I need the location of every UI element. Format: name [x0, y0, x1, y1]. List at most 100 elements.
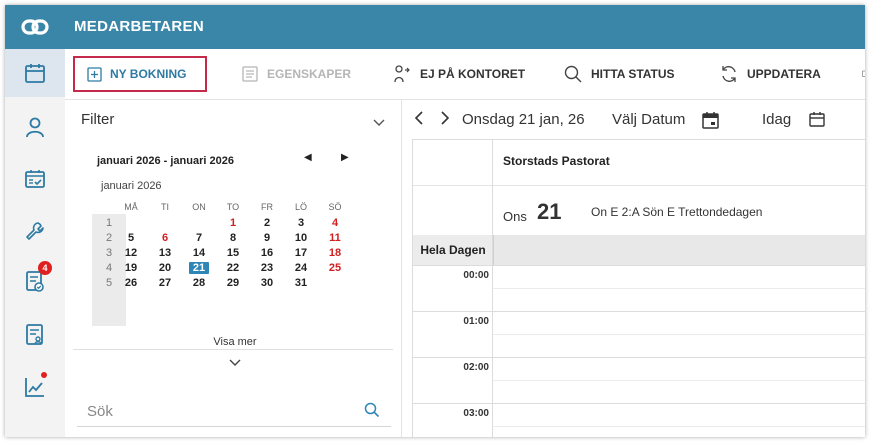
rail-item-tools[interactable] — [5, 207, 65, 255]
out-of-office-button[interactable]: EJ PÅ KONTORET — [392, 58, 525, 90]
time-slot[interactable] — [493, 426, 865, 437]
time-slot[interactable] — [493, 357, 865, 380]
calendar-day[interactable]: 10 — [284, 231, 318, 246]
calendar-icon[interactable] — [702, 111, 719, 134]
calendar-day[interactable]: 7 — [182, 231, 216, 246]
calendar-day[interactable]: 24 — [284, 261, 318, 276]
find-status-button[interactable]: HITTA STATUS — [563, 58, 675, 90]
calendar-day[interactable]: 13 — [148, 246, 182, 261]
calendar-day[interactable]: 28 — [182, 276, 216, 291]
filter-label[interactable]: Filter — [81, 111, 114, 128]
refresh-label: UPPDATERA — [747, 67, 821, 81]
time-slot[interactable] — [493, 380, 865, 403]
rail-item-calendar[interactable] — [5, 49, 65, 97]
weekday-header: TO — [226, 202, 240, 212]
calendar-day[interactable]: 14 — [182, 246, 216, 261]
hour-label-cell: 03:00 — [413, 403, 493, 437]
all-day-slot[interactable] — [493, 235, 865, 265]
line-chart-icon — [25, 378, 44, 397]
chevron-down-icon[interactable] — [229, 354, 241, 372]
next-day-button[interactable] — [440, 110, 450, 131]
time-slot[interactable] — [493, 334, 865, 357]
search-box — [77, 396, 391, 427]
weekday-label: Ons — [503, 209, 527, 224]
calendar-day[interactable]: 19 — [114, 261, 148, 276]
calendar-day[interactable]: 8 — [216, 231, 250, 246]
filter-panel: Filter januari 2026 - januari 2026 ◀ ▶ j… — [65, 100, 402, 437]
calendar-day[interactable]: 29 — [216, 276, 250, 291]
calendar-day[interactable]: 26 — [114, 276, 148, 291]
calendar-day[interactable]: 30 — [250, 276, 284, 291]
week-number: 1 — [105, 217, 113, 229]
app-window: MEDARBETAREN 4 NY BOKNING EGENSKAPER EJ … — [5, 5, 865, 437]
resource-header: Storstads Pastorat — [413, 140, 865, 186]
current-date: Onsdag 21 jan, 26 — [462, 111, 585, 128]
search-icon[interactable] — [364, 402, 380, 423]
person-out-icon — [392, 64, 412, 84]
hour-label: 02:00 — [463, 362, 489, 373]
time-slot[interactable] — [493, 403, 865, 426]
notification-dot — [41, 372, 47, 378]
rail-item-statistics[interactable] — [5, 363, 65, 411]
calendar-day[interactable]: 12 — [114, 246, 148, 261]
calendar-day[interactable]: 1 — [216, 216, 250, 231]
time-slot[interactable] — [493, 265, 865, 288]
new-booking-button[interactable]: NY BOKNING — [73, 56, 207, 92]
hour-row: 02:00 — [413, 357, 865, 403]
rail-item-schedule[interactable] — [5, 155, 65, 203]
new-booking-label: NY BOKNING — [110, 67, 187, 81]
calendar-range: januari 2026 - januari 2026 — [97, 155, 234, 167]
calendar-day[interactable]: 31 — [284, 276, 318, 291]
calendar-day[interactable]: 23 — [250, 261, 284, 276]
calendar-day[interactable]: 11 — [318, 231, 352, 246]
chevron-down-icon[interactable] — [373, 114, 385, 132]
person-icon — [26, 117, 44, 138]
calendar-day[interactable]: 15 — [216, 246, 250, 261]
pick-date-button[interactable]: Välj Datum — [612, 111, 685, 128]
calendar-day[interactable]: 22 — [216, 261, 250, 276]
calendar-day[interactable]: 4 — [318, 216, 352, 231]
hour-row: 01:00 — [413, 311, 865, 357]
calendar-day[interactable]: 6 — [148, 231, 182, 246]
weekday-header: TI — [161, 202, 169, 212]
calendar-day[interactable]: 17 — [284, 246, 318, 261]
hour-label-cell: 01:00 — [413, 311, 493, 357]
weekday-header: FR — [261, 202, 273, 212]
calendar-day[interactable]: 20 — [148, 261, 182, 276]
out-of-office-label: EJ PÅ KONTORET — [420, 67, 526, 81]
time-slot[interactable] — [493, 288, 865, 311]
rail-item-tasks[interactable]: 4 — [5, 257, 65, 305]
calendar-day[interactable]: 5 — [114, 231, 148, 246]
date-navigation: Onsdag 21 jan, 26 Välj Datum Idag — [402, 100, 865, 140]
calendar-day[interactable]: 27 — [148, 276, 182, 291]
day-number: 21 — [537, 199, 562, 224]
resource-name[interactable]: Storstads Pastorat — [503, 154, 610, 168]
calendar-next-button[interactable]: ▶ — [341, 152, 349, 163]
hour-label-cell: 02:00 — [413, 357, 493, 403]
calendar-day[interactable]: 18 — [318, 246, 352, 261]
calendar-day[interactable]: 25 — [318, 261, 352, 276]
today-button[interactable]: Idag — [762, 111, 791, 128]
left-rail: 4 — [5, 49, 66, 437]
search-input[interactable] — [77, 396, 369, 426]
rail-item-person[interactable] — [5, 103, 65, 151]
prev-day-button[interactable] — [414, 110, 424, 131]
rail-item-report[interactable] — [5, 311, 65, 359]
time-slot[interactable] — [493, 311, 865, 334]
properties-button[interactable]: EGENSKAPER — [241, 58, 351, 90]
date-header: Ons 21 On E 2:A Sön E Trettondedagen — [413, 185, 865, 236]
calendar-day[interactable]: 2 — [250, 216, 284, 231]
more-toolbar-icon[interactable] — [862, 58, 865, 90]
document-icon — [241, 65, 259, 83]
calendar-prev-button[interactable]: ◀ — [304, 152, 312, 163]
show-more-button[interactable]: Visa mer — [189, 336, 281, 348]
calendar-day[interactable]: 9 — [250, 231, 284, 246]
refresh-button[interactable]: UPPDATERA — [719, 58, 821, 90]
calendar-day[interactable]: 21 — [182, 261, 216, 276]
hour-row: 03:00 — [413, 403, 865, 437]
calendar-day[interactable]: 3 — [284, 216, 318, 231]
app-logo[interactable] — [5, 5, 65, 49]
calendar-day[interactable]: 16 — [250, 246, 284, 261]
calendar-today-icon[interactable] — [809, 111, 825, 132]
hour-label: 00:00 — [463, 270, 489, 281]
